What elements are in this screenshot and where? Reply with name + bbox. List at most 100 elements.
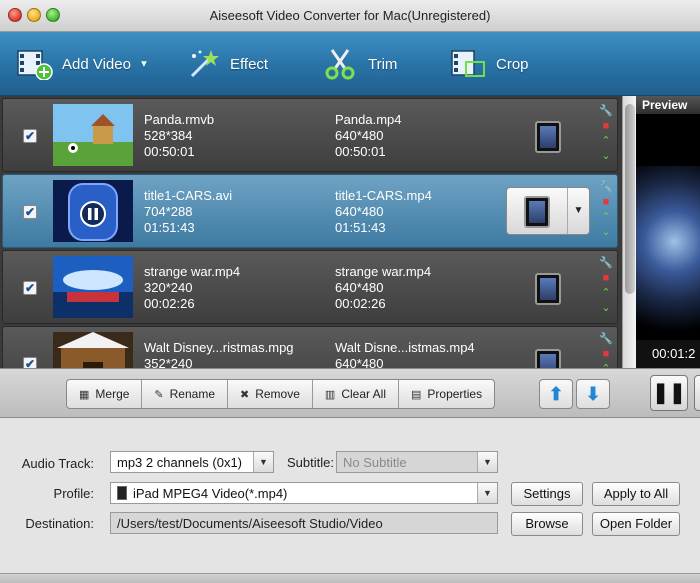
source-filename: Walt Disney...ristmas.mpg (144, 340, 294, 355)
trash-icon[interactable]: ■ (603, 120, 610, 133)
profile-select[interactable]: iPad MPEG4 Video(*.mp4) ▼ (110, 482, 498, 504)
output-filename[interactable]: title1-CARS.mp4 (335, 188, 432, 204)
document-icon: ▤ (411, 388, 422, 401)
file-list-scrollbar[interactable] (622, 96, 636, 368)
audio-track-select[interactable]: mp3 2 channels (0x1) ▼ (110, 451, 274, 473)
app-window: Aiseesoft Video Converter for Mac(Unregi… (0, 0, 700, 583)
pause-button[interactable]: ❚❚ (650, 375, 688, 411)
crop-button[interactable]: Crop (450, 48, 529, 80)
chevron-down-icon[interactable]: ▼ (253, 452, 273, 472)
clear-all-label: Clear All (341, 387, 386, 401)
row-checkbox[interactable]: ✔ (23, 129, 37, 143)
trash-icon[interactable]: ■ (603, 348, 610, 361)
chevron-down-icon[interactable]: ▼ (477, 452, 497, 472)
arrow-up-icon: ⬆ (548, 384, 564, 404)
settings-button[interactable]: Settings (511, 482, 583, 506)
effect-label: Effect (230, 55, 269, 73)
row-checkbox[interactable]: ✔ (23, 357, 37, 368)
output-filename[interactable]: strange war.mp4 (335, 264, 431, 280)
clear-all-button[interactable]: ▥ Clear All (313, 380, 399, 408)
row-actions: 🔧 ■ ⌃ ⌄ (597, 181, 615, 239)
profile-value: iPad MPEG4 Video(*.mp4) (133, 486, 288, 501)
open-folder-button[interactable]: Open Folder (592, 512, 680, 536)
source-duration: 00:50:01 (144, 144, 195, 159)
audio-track-value: mp3 2 channels (0x1) (117, 455, 243, 470)
output-duration: 01:51:43 (335, 220, 386, 235)
output-duration: 00:50:01 (335, 144, 386, 159)
chevron-down-icon[interactable]: ▼ (139, 59, 149, 70)
remove-icon: ✖ (240, 388, 250, 401)
row-actions: 🔧 ■ ⌃ ⌄ (597, 105, 615, 163)
wrench-icon[interactable]: 🔧 (599, 257, 613, 270)
magic-wand-icon (190, 50, 219, 78)
chevron-down-icon[interactable]: ⌄ (601, 302, 610, 315)
remove-label: Remove (255, 387, 300, 401)
subtitle-select[interactable]: No Subtitle ▼ (336, 451, 498, 473)
ipad-device-icon[interactable] (535, 121, 561, 153)
chevron-down-icon[interactable]: ▼ (477, 483, 497, 503)
subtitle-label: Subtitle: (287, 455, 334, 470)
file-row-panda[interactable]: ✔ Panda.rmvb 528*384 00:50:01 Panda.mp4 … (2, 98, 618, 172)
source-info: Walt Disney...ristmas.mpg 352*240 (144, 340, 294, 368)
merge-button[interactable]: ▦ Merge (67, 380, 143, 408)
snow-house-thumbnail (53, 332, 133, 368)
audio-track-label: Audio Track: (21, 456, 94, 471)
ipad-device-icon[interactable] (535, 349, 561, 368)
source-duration: 00:02:26 (144, 296, 195, 311)
chevron-up-icon[interactable]: ⌃ (601, 287, 610, 300)
wrench-icon[interactable]: 🔧 (599, 333, 613, 346)
apply-to-all-button[interactable]: Apply to All (592, 482, 680, 506)
browse-button[interactable]: Browse (511, 512, 583, 536)
next-control-button[interactable] (694, 375, 700, 411)
settings-panel: Audio Track: mp3 2 channels (0x1) ▼ Subt… (0, 418, 700, 583)
chevron-down-icon[interactable]: ▼ (567, 188, 589, 234)
add-video-button[interactable]: Add Video ▼ (16, 48, 149, 80)
trim-label: Trim (368, 55, 398, 73)
properties-button[interactable]: ▤ Properties (399, 380, 494, 408)
list-actions-group: ▦ Merge ✎ Rename ✖ Remove ▥ Clear All ▤ … (66, 379, 496, 409)
file-row-walt-disney[interactable]: ✔ Walt Disney...ristmas.mpg 352*240 Walt… (2, 326, 618, 368)
crop-label: Crop (496, 55, 529, 73)
scissors-icon (325, 49, 355, 80)
trash-icon: ▥ (324, 388, 336, 401)
preview-label: Preview (636, 96, 700, 114)
output-info: Walt Disne...istmas.mp4 640*480 (335, 340, 475, 368)
output-filename[interactable]: Panda.mp4 (335, 112, 402, 128)
move-up-button[interactable]: ⬆ (539, 379, 573, 409)
crop-icon (451, 50, 485, 77)
output-filename[interactable]: Walt Disne...istmas.mp4 (335, 340, 475, 356)
trash-icon[interactable]: ■ (603, 272, 610, 285)
wrench-icon[interactable]: 🔧 (599, 181, 613, 194)
wrench-icon[interactable]: 🔧 (599, 105, 613, 118)
output-device-selector[interactable]: ▼ (506, 187, 590, 235)
scrollbar-thumb[interactable] (625, 104, 635, 294)
row-checkbox[interactable]: ✔ (23, 205, 37, 219)
source-filename: Panda.rmvb (144, 112, 215, 127)
move-down-button[interactable]: ⬇ (576, 379, 610, 409)
output-resolution: 640*480 (335, 356, 384, 368)
ipad-device-icon[interactable] (535, 273, 561, 305)
chevron-down-icon[interactable]: ⌄ (601, 150, 610, 163)
pause-icon: ❚❚ (652, 382, 686, 404)
subtitle-value: No Subtitle (343, 455, 407, 470)
file-row-strange-war[interactable]: ✔ strange war.mp4 320*240 00:02:26 stran… (2, 250, 618, 324)
chevron-up-icon[interactable]: ⌃ (601, 211, 610, 224)
output-info: Panda.mp4 640*480 00:50:01 (335, 112, 402, 160)
source-info: Panda.rmvb 528*384 00:50:01 (144, 112, 214, 160)
source-info: title1-CARS.avi 704*288 01:51:43 (144, 188, 232, 236)
destination-field[interactable]: /Users/test/Documents/Aiseesoft Studio/V… (110, 512, 498, 534)
row-actions: 🔧 ■ ⌃ (597, 333, 615, 368)
chevron-up-icon[interactable]: ⌃ (601, 135, 610, 148)
trim-button[interactable]: Trim (322, 48, 397, 80)
remove-button[interactable]: ✖ Remove (228, 380, 313, 408)
rename-button[interactable]: ✎ Rename (142, 380, 228, 408)
chevron-down-icon[interactable]: ⌄ (601, 226, 610, 239)
effect-button[interactable]: Effect (184, 48, 268, 80)
file-row-cars[interactable]: ✔ title1-CARS.avi 704*288 01:51:43 title… (2, 174, 618, 248)
source-resolution: 528*384 (144, 128, 193, 143)
row-checkbox[interactable]: ✔ (23, 281, 37, 295)
trash-icon[interactable]: ■ (603, 196, 610, 209)
preview-panel: Preview 00:01:2 (636, 96, 700, 368)
source-resolution: 352*240 (144, 356, 193, 368)
cars-door-thumbnail (53, 180, 133, 242)
